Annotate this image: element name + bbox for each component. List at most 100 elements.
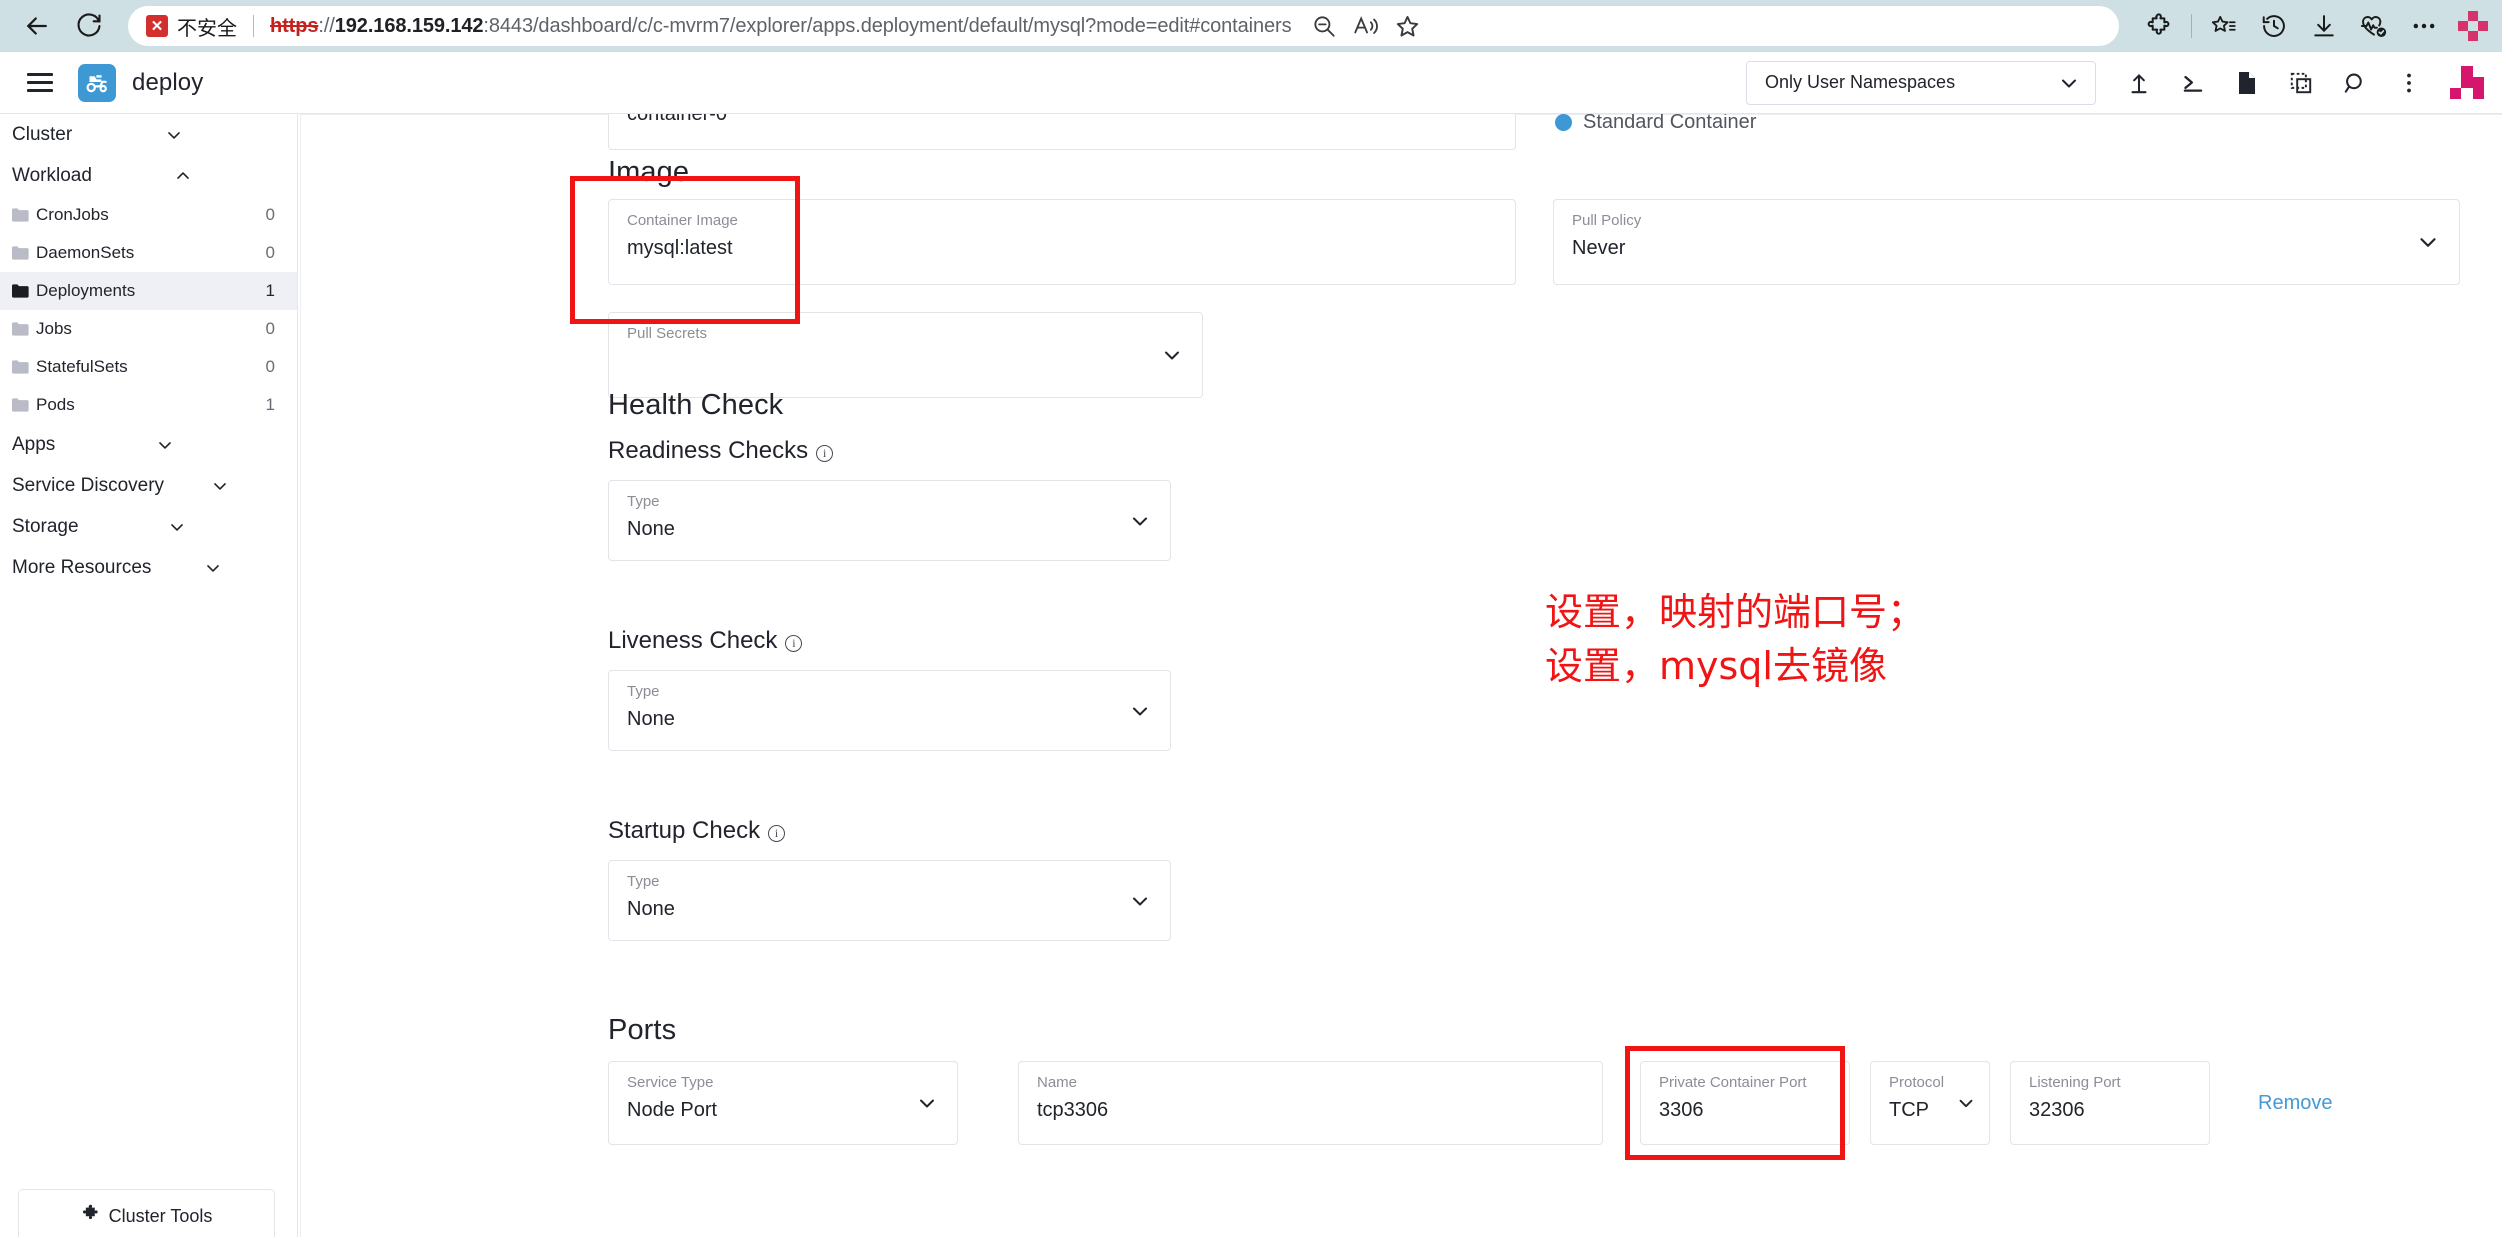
sidebar-item-cronjobs-label: CronJobs (36, 205, 109, 224)
readiness-type-label: Type (627, 493, 660, 510)
sidebar-item-statefulsets[interactable]: StatefulSets 0 (0, 348, 297, 386)
security-badge[interactable]: ✕ 不安全 (146, 12, 237, 41)
user-avatar[interactable] (2450, 65, 2484, 100)
annotation-line-1: 设置，映射的端口号； (1545, 590, 1926, 634)
extensions-icon[interactable] (2135, 3, 2183, 49)
not-secure-icon: ✕ (146, 15, 168, 37)
listening-port-field[interactable]: Listening Port 32306 (2010, 1061, 2210, 1145)
history-icon[interactable] (2250, 3, 2298, 49)
folder-icon (12, 246, 29, 260)
browser-essentials-icon[interactable] (2350, 3, 2398, 49)
kebab-menu-icon[interactable] (2382, 60, 2436, 106)
port-name-field[interactable]: Name tcp3306 (1018, 1061, 1603, 1145)
more-options-icon[interactable] (2400, 3, 2448, 49)
read-aloud-icon[interactable] (1346, 9, 1386, 43)
hamburger-menu-icon[interactable] (18, 61, 62, 105)
app-header: deploy Only User Namespaces (0, 52, 2502, 114)
sidebar-group-workload[interactable]: Workload (0, 155, 297, 196)
private-container-port-value: 3306 (1659, 1098, 1704, 1121)
startup-check-label: Startup Check (608, 817, 761, 844)
startup-check-heading: Startup Check i (608, 817, 786, 845)
chevron-down-icon (2062, 79, 2076, 87)
sidebar-group-more-resources-label: More Resources (12, 556, 152, 578)
pull-policy-dropdown[interactable]: Pull Policy Never (1553, 199, 2460, 285)
url-host: 192.168.159.142 (334, 14, 484, 37)
content-gutter (300, 114, 301, 1237)
url-text: https://192.168.159.142:8443/dashboard/c… (270, 15, 1292, 38)
sidebar-item-cronjobs[interactable]: CronJobs 0 (0, 196, 297, 234)
address-bar[interactable]: ✕ 不安全 https://192.168.159.142:8443/dashb… (128, 6, 2119, 46)
downloads-icon[interactable] (2300, 3, 2348, 49)
main-content: container-0 Standard Container Image Con… (298, 114, 2502, 1237)
back-button[interactable] (14, 3, 60, 49)
container-name-value: container-0 (627, 114, 728, 125)
sidebar-item-daemonsets-count: 0 (265, 243, 275, 262)
annotation-line-2: 设置，mysql去镜像 (1545, 644, 1887, 688)
reload-button[interactable] (66, 3, 112, 49)
sidebar-group-workload-label: Workload (12, 164, 92, 186)
file-icon[interactable] (2220, 60, 2274, 106)
port-name-value: tcp3306 (1037, 1098, 1109, 1121)
chevron-down-icon (915, 1091, 939, 1115)
sidebar-group-apps[interactable]: Apps (0, 424, 297, 465)
collections-icon[interactable] (2200, 3, 2248, 49)
liveness-type-value: None (627, 707, 675, 730)
startup-type-dropdown[interactable]: Type None (608, 860, 1171, 941)
container-name-field[interactable]: container-0 (608, 114, 1516, 150)
browser-extension-tools (2135, 3, 2488, 49)
info-icon[interactable]: i (785, 634, 803, 652)
readiness-type-value: None (627, 517, 675, 540)
url-scheme: https (270, 14, 319, 37)
liveness-type-dropdown[interactable]: Type None (608, 670, 1171, 751)
sidebar-item-jobs[interactable]: Jobs 0 (0, 310, 297, 348)
sidebar-group-apps-label: Apps (12, 433, 56, 455)
standard-container-label: Standard Container (1583, 114, 1757, 133)
protocol-dropdown[interactable]: Protocol TCP (1870, 1061, 1990, 1145)
sidebar-item-deployments[interactable]: Deployments 1 (0, 272, 297, 310)
sidebar-nav: Cluster Workload CronJobs 0 DaemonSets 0 (0, 114, 298, 1237)
service-type-dropdown[interactable]: Service Type Node Port (608, 1061, 958, 1145)
chevron-down-icon (1128, 889, 1152, 913)
sidebar-item-deployments-count: 1 (265, 281, 275, 300)
sidebar-group-service-discovery[interactable]: Service Discovery (0, 465, 297, 506)
sidebar-group-more-resources[interactable]: More Resources (0, 547, 297, 588)
sidebar-item-pods[interactable]: Pods 1 (0, 386, 297, 424)
pull-secrets-label: Pull Secrets (627, 325, 708, 342)
folder-icon (12, 360, 29, 374)
browser-profile-icon[interactable] (2458, 11, 2488, 41)
info-icon[interactable]: i (768, 824, 786, 842)
chevron-down-icon (1128, 699, 1152, 723)
sidebar-group-cluster[interactable]: Cluster (0, 114, 297, 155)
copy-icon[interactable] (2274, 60, 2328, 106)
toolbar-divider (2191, 14, 2192, 38)
pull-policy-value: Never (1572, 236, 1626, 259)
sidebar-item-statefulsets-count: 0 (265, 357, 275, 376)
sidebar-item-daemonsets[interactable]: DaemonSets 0 (0, 234, 297, 272)
readiness-type-dropdown[interactable]: Type None (608, 480, 1171, 561)
container-image-field[interactable]: Container Image mysql:latest (608, 199, 1516, 285)
port-name-label: Name (1037, 1074, 1078, 1091)
standard-container-badge: Standard Container (1555, 114, 1756, 134)
liveness-check-heading: Liveness Check i (608, 627, 803, 655)
cluster-tools-button[interactable]: Cluster Tools (18, 1189, 275, 1237)
remove-port-link[interactable]: Remove (2258, 1092, 2332, 1115)
ports-section-heading: Ports (608, 1014, 677, 1046)
search-icon[interactable] (2328, 60, 2382, 106)
sidebar-group-storage[interactable]: Storage (0, 506, 297, 547)
sidebar-item-jobs-label: Jobs (36, 319, 72, 338)
container-type-dot-icon (1555, 114, 1572, 131)
chevron-up-icon (173, 166, 275, 186)
private-container-port-label: Private Container Port (1659, 1074, 1807, 1091)
info-icon[interactable]: i (816, 444, 834, 462)
kubectl-shell-icon[interactable] (2166, 60, 2220, 106)
favorite-star-icon[interactable] (1388, 9, 1428, 43)
pull-secrets-dropdown[interactable]: Pull Secrets (608, 312, 1203, 398)
zoom-out-icon[interactable] (1304, 9, 1344, 43)
protocol-label: Protocol (1889, 1074, 1945, 1091)
sidebar-group-storage-label: Storage (12, 515, 79, 537)
sidebar-item-statefulsets-label: StatefulSets (36, 357, 128, 376)
import-yaml-icon[interactable] (2112, 60, 2166, 106)
private-container-port-field[interactable]: Private Container Port 3306 (1640, 1061, 1850, 1145)
namespace-filter-dropdown[interactable]: Only User Namespaces (1746, 60, 2096, 105)
service-type-value: Node Port (627, 1098, 718, 1121)
